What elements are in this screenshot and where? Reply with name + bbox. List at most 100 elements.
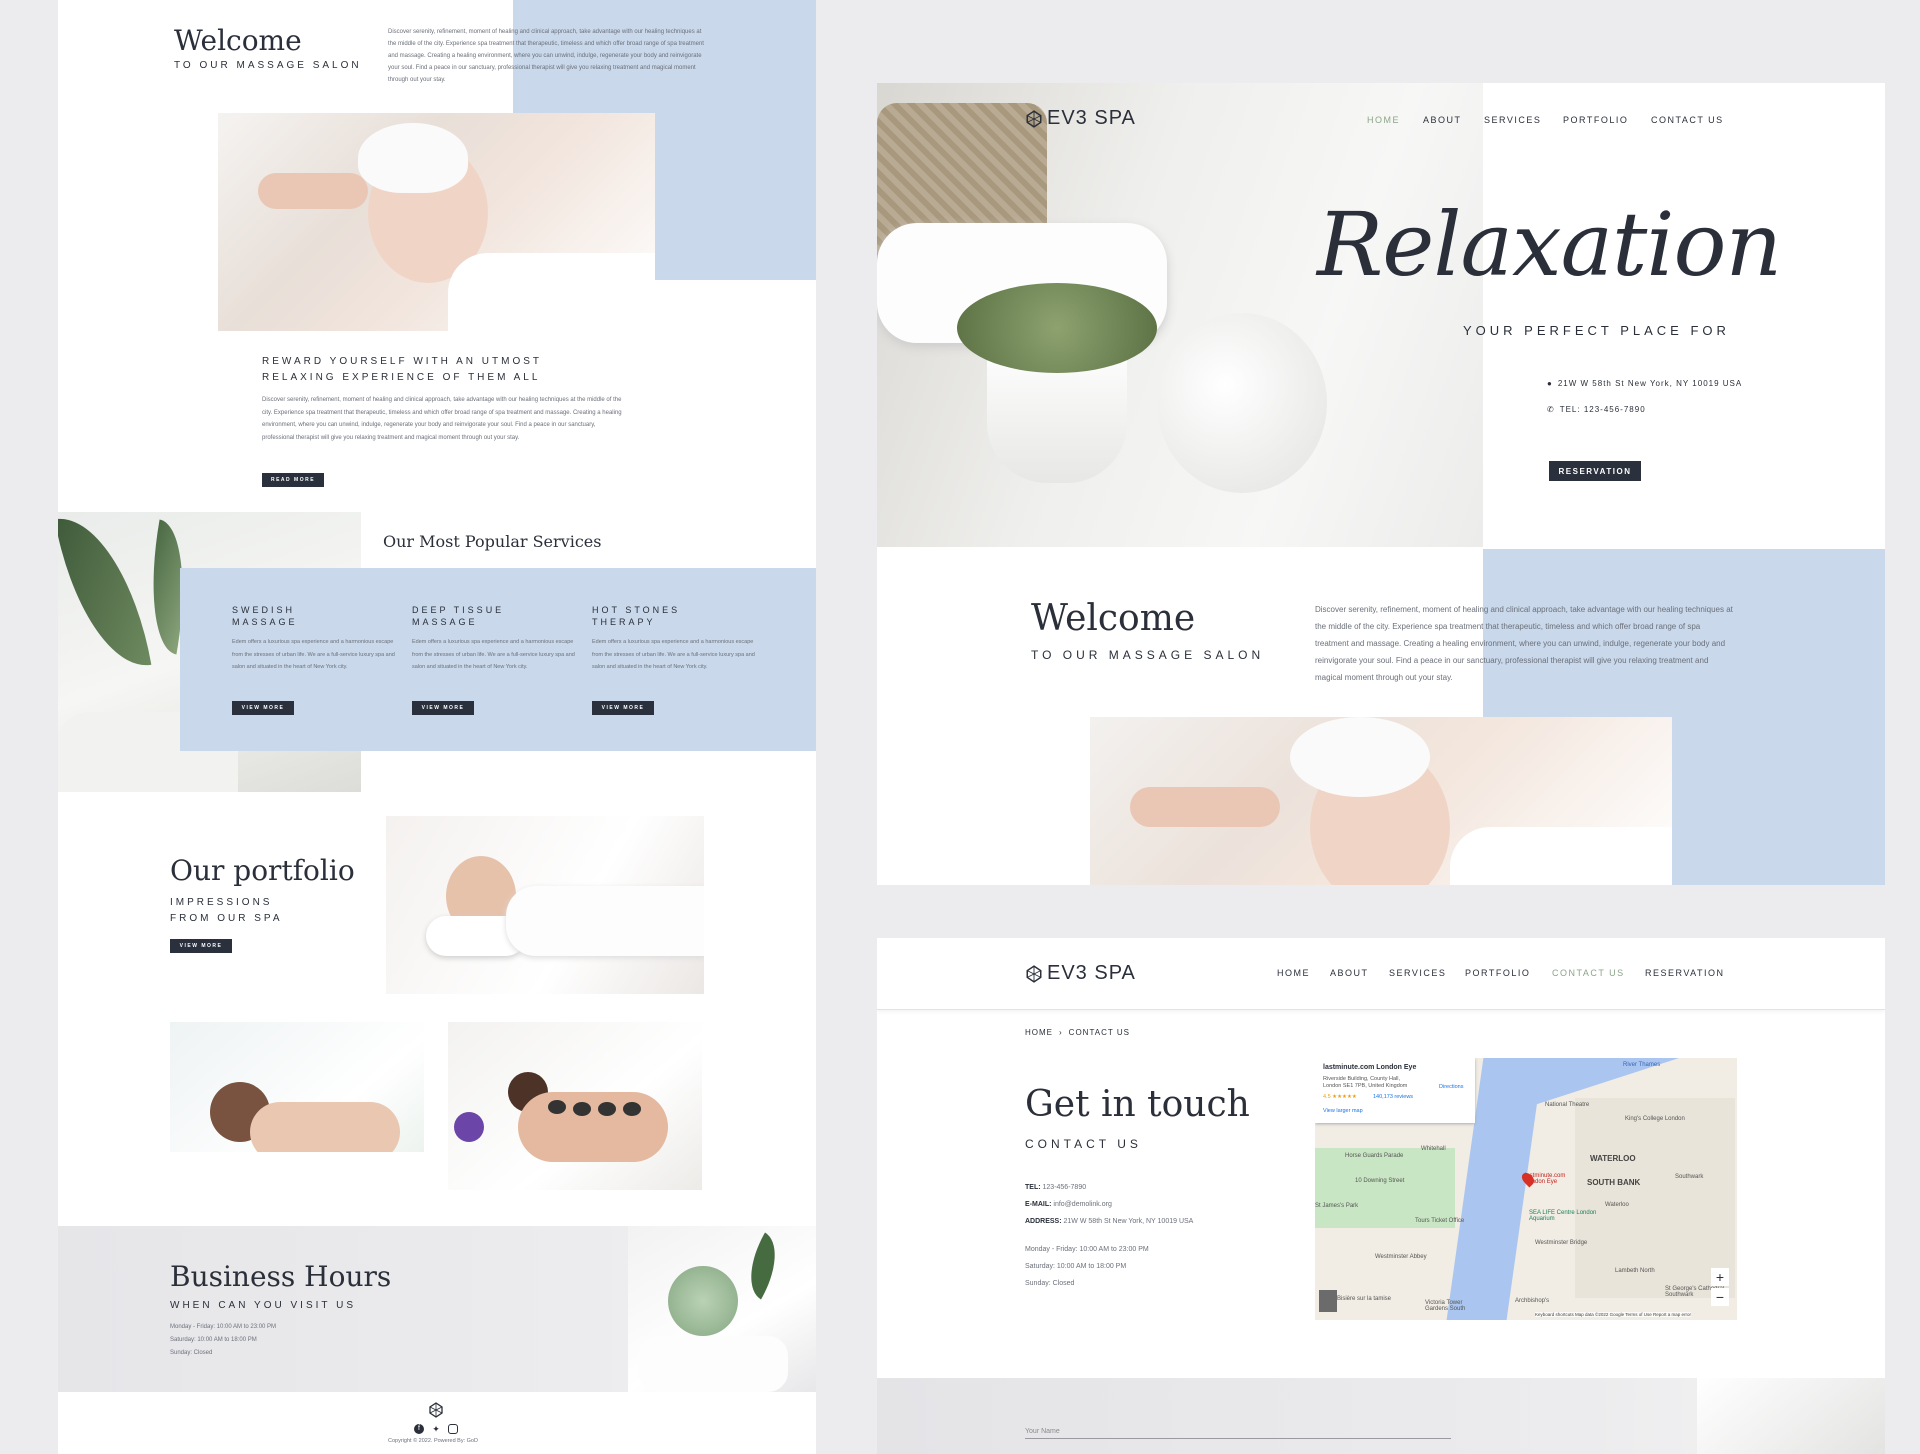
hero-welcome-title: Welcome [1031,598,1196,639]
hero-nav-services[interactable]: SERVICES [1484,115,1541,125]
map-view-larger[interactable]: View larger map [1323,1108,1363,1114]
breadcrumb: HOME › CONTACT US [1025,1028,1130,1037]
hot-stones-photo [448,1022,702,1190]
service-1-body: Edem offers a luxurious spa experience a… [232,639,395,670]
hero-nav-portfolio[interactable]: PORTFOLIO [1563,115,1628,125]
hero-nav-about[interactable]: ABOUT [1423,115,1462,125]
logo-icon [1025,109,1043,128]
embedded-map[interactable]: lastminute.com London Eye Riverside Buil… [1315,1058,1737,1320]
contact-tel: TEL: 123-456-7890 [1025,1181,1086,1194]
service-3-title-1: HOT STONES [592,605,681,615]
contact-nav-portfolio[interactable]: PORTFOLIO [1465,968,1530,978]
contact-address: ADDRESS: 21W W 58th St New York, NY 1001… [1025,1215,1193,1228]
map-label-national-theatre: National Theatre [1545,1102,1590,1108]
tel-label: TEL: [1025,1184,1041,1191]
hours-line-3: Sunday: Closed [170,1350,213,1356]
service-3-body: Edem offers a luxurious spa experience a… [592,639,755,670]
address-value: 21W W 58th St New York, NY 10019 USA [1063,1218,1194,1225]
service-2-title-1: DEEP TISSUE [412,605,505,615]
portfolio-view-more-button[interactable]: VIEW MORE [170,939,232,953]
welcome-subtitle: TO OUR MASSAGE SALON [174,60,362,71]
read-more-button[interactable]: READ MORE [262,473,324,487]
logo-text: EV3 SPA [1047,962,1136,984]
service-2-view-more-button[interactable]: VIEW MORE [412,701,474,715]
service-3-view-more-button[interactable]: VIEW MORE [592,701,654,715]
service-3-title-2: THERAPY [592,617,656,627]
map-label-archbishops: Archbishop's [1515,1298,1550,1304]
copyright-text: Copyright © 2022. Powered By: GoD [388,1438,478,1444]
hero-address-text: 21W W 58th St New York, NY 10019 USA [1557,379,1743,388]
map-label-biere: Bisière sur la tamise [1337,1296,1392,1302]
map-label-river: River Thames [1623,1062,1661,1068]
facebook-icon[interactable]: f [414,1424,424,1434]
map-label-westminster-bridge: Westminster Bridge [1535,1240,1588,1246]
service-2-title-2: MASSAGE [412,617,478,627]
portfolio-sub-2: FROM OUR SPA [170,913,283,924]
form-decor-photo [1697,1378,1885,1454]
map-rating: 4.5 ★★★★★ [1323,1094,1357,1100]
hero-nav-contact[interactable]: CONTACT US [1651,115,1724,125]
map-place-name: lastminute.com London Eye [1323,1064,1417,1071]
map-address-1: Riverside Building, County Hall, [1323,1076,1401,1082]
head-massage-photo [386,816,704,994]
hours-title: Business Hours [170,1260,392,1293]
contact-nav-reservation[interactable]: RESERVATION [1645,968,1725,978]
map-label-lambeth-north: Lambeth North [1615,1268,1655,1274]
map-label-victoria-tower: Victoria Tower Gardens South [1425,1300,1466,1312]
hero-script-title: Relaxation [1317,193,1782,296]
contact-email: E-MAIL: info@demolink.org [1025,1198,1112,1211]
reward-heading-1: REWARD YOURSELF WITH AN UTMOST [262,356,543,367]
portfolio-sub-1: IMPRESSIONS [170,897,273,908]
hero-phone: ✆ TEL: 123-456-7890 [1547,405,1646,414]
phone-icon: ✆ [1547,405,1555,414]
contact-subtitle: CONTACT US [1025,1137,1142,1151]
service-2-body: Edem offers a luxurious spa experience a… [412,639,575,670]
reservation-button[interactable]: RESERVATION [1549,461,1641,481]
hero-logo[interactable]: EV3 SPA [1025,107,1136,130]
left-page: Welcome TO OUR MASSAGE SALON Discover se… [58,0,816,1454]
contact-hours-1: Monday - Friday: 10:00 AM to 23:00 PM [1025,1246,1149,1253]
service-1-title-2: MASSAGE [232,617,298,627]
your-name-input[interactable]: Your Name [1025,1428,1451,1439]
towels-hero-photo [877,83,1483,547]
reward-body: Discover serenity, refinement, moment of… [262,397,622,441]
instagram-icon[interactable] [448,1424,458,1434]
hero-facial-photo [1090,717,1672,885]
map-zoom-out-button[interactable]: − [1711,1288,1729,1306]
map-label-south-bank: SOUTH BANK [1587,1178,1641,1187]
services-title: Our Most Popular Services [383,532,602,551]
location-pin-icon: ● [1547,379,1553,388]
email-value[interactable]: info@demolink.org [1053,1201,1111,1208]
contact-nav-contact[interactable]: CONTACT US [1552,968,1625,978]
map-zoom-in-button[interactable]: + [1711,1268,1729,1286]
map-directions[interactable]: Directions [1439,1084,1463,1090]
portfolio-title: Our portfolio [170,854,355,887]
map-label-downing: 10 Downing Street [1355,1178,1405,1184]
contact-nav-services[interactable]: SERVICES [1389,968,1446,978]
hero-address: ● 21W W 58th St New York, NY 10019 USA [1547,379,1742,388]
service-1-title-1: SWEDISH [232,605,296,615]
hero-page: EV3 SPA HOME ABOUT SERVICES PORTFOLIO CO… [877,83,1885,885]
service-1-view-more-button[interactable]: VIEW MORE [232,701,294,715]
hero-welcome-subtitle: TO OUR MASSAGE SALON [1031,648,1265,662]
hero-welcome-body: Discover serenity, refinement, moment of… [1315,605,1733,682]
contact-logo[interactable]: EV3 SPA [1025,962,1136,985]
contact-title: Get in touch [1025,1084,1250,1125]
breadcrumb-home[interactable]: HOME [1025,1028,1053,1037]
footer-logo-icon [428,1402,444,1418]
twitter-icon[interactable]: ✦ [431,1424,441,1434]
map-street-view-thumbnail[interactable] [1319,1290,1337,1312]
welcome-body: Discover serenity, refinement, moment of… [388,29,704,83]
map-label-westminster-abbey: Westminster Abbey [1375,1254,1427,1260]
map-footer: Keyboard shortcuts Map data ©2022 Google… [1535,1312,1692,1317]
welcome-title: Welcome [174,24,302,57]
hero-nav-home[interactable]: HOME [1367,115,1400,125]
map-reviews[interactable]: 140,173 reviews [1373,1094,1413,1100]
breadcrumb-current: CONTACT US [1068,1028,1130,1037]
map-label-tours: Tours Ticket Office [1415,1218,1465,1224]
contact-nav-about[interactable]: ABOUT [1330,968,1369,978]
chevron-right-icon: › [1059,1028,1063,1037]
hours-line-2: Saturday: 10:00 AM to 18:00 PM [170,1337,257,1343]
contact-nav-home[interactable]: HOME [1277,968,1310,978]
hero-phone-text: TEL: 123-456-7890 [1559,405,1646,414]
